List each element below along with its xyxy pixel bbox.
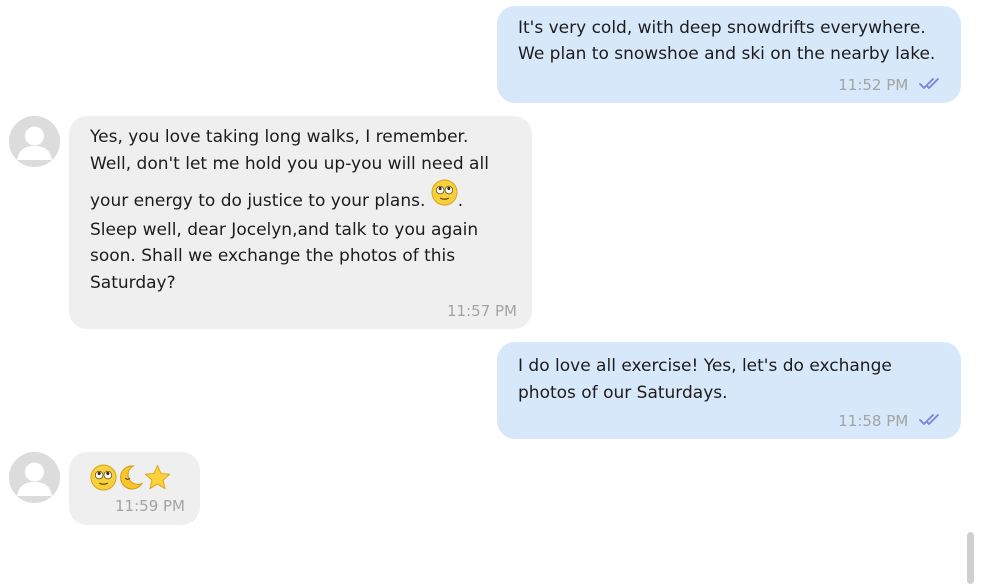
message-text-line: soon. Shall we exchange the photos of th… <box>90 246 456 266</box>
message-meta: 11:52 PM <box>838 72 943 98</box>
message-text-line: photos of our Saturdays. <box>518 383 728 403</box>
message-text-line: your energy to do justice to your plans.… <box>90 179 464 214</box>
message-text-line: Saturday? <box>90 273 176 293</box>
message-timestamp: 11:59 PM <box>115 497 185 515</box>
rolling-eyes-smiley-icon <box>431 179 458 206</box>
rolling-eyes-smiley-icon <box>90 464 117 491</box>
star-icon <box>144 464 171 490</box>
message-text-line: Well, don't let me hold you up-you will … <box>90 154 489 174</box>
avatar[interactable] <box>9 452 60 503</box>
double-check-icon <box>919 414 939 425</box>
avatar[interactable] <box>9 116 60 167</box>
outgoing-message-bubble[interactable]: I do love all exercise! Yes, let's do ex… <box>497 342 961 439</box>
message-timestamp: 11:52 PM <box>838 76 909 94</box>
message-meta: 11:57 PM <box>447 298 517 324</box>
user-silhouette-icon <box>9 116 60 167</box>
message-meta: 11:58 PM <box>838 408 943 434</box>
message-timestamp: 11:58 PM <box>838 412 909 430</box>
message-meta: 11:59 PM <box>115 493 185 519</box>
message-text-line: It's very cold, with deep snowdrifts eve… <box>518 18 926 38</box>
incoming-message-bubble[interactable]: 11:59 PM <box>69 452 200 525</box>
user-silhouette-icon <box>9 452 60 503</box>
message-text-line: I do love all exercise! Yes, let's do ex… <box>518 356 892 376</box>
message-text-segment: your energy to do justice to your plans. <box>90 191 426 211</box>
message-text-line: Sleep well, dear Jocelyn,and talk to you… <box>90 220 479 240</box>
message-timestamp: 11:57 PM <box>447 302 517 320</box>
incoming-message-bubble[interactable]: Yes, you love taking long walks, I remem… <box>69 116 532 329</box>
message-text-line: Yes, you love taking long walks, I remem… <box>90 127 469 147</box>
message-text-segment: . <box>457 191 464 211</box>
scrollbar-thumb[interactable] <box>967 532 974 584</box>
outgoing-message-bubble[interactable]: It's very cold, with deep snowdrifts eve… <box>497 6 961 103</box>
crescent-moon-icon <box>120 465 144 490</box>
double-check-icon <box>919 78 939 89</box>
emoji-row <box>90 464 171 492</box>
message-text-line: We plan to snowshoe and ski on the nearb… <box>518 44 936 64</box>
chat-conversation: It's very cold, with deep snowdrifts eve… <box>0 0 982 586</box>
